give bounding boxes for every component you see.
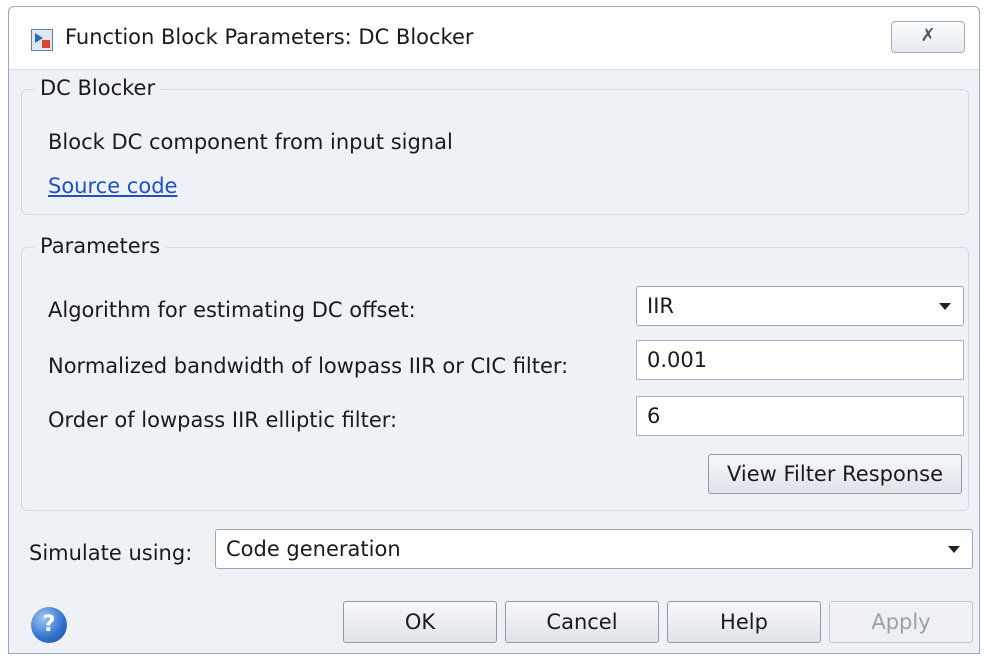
window-title: Function Block Parameters: DC Blocker — [65, 25, 474, 49]
simulate-dropdown[interactable]: Code generation — [215, 529, 973, 569]
bandwidth-input[interactable]: 0.001 — [636, 340, 964, 380]
simulate-selected-value: Code generation — [226, 537, 401, 561]
algorithm-selected-value: IIR — [647, 294, 674, 318]
simulink-block-icon — [31, 29, 53, 51]
help-button[interactable]: Help — [667, 601, 821, 643]
parameters-group: Parameters Algorithm for estimating DC o… — [21, 234, 969, 511]
bandwidth-label: Normalized bandwidth of lowpass IIR or C… — [48, 354, 569, 378]
chevron-down-icon — [948, 546, 960, 553]
source-code-link[interactable]: Source code — [48, 174, 177, 198]
algorithm-label: Algorithm for estimating DC offset: — [48, 298, 416, 322]
parameters-group-label: Parameters — [34, 234, 167, 258]
apply-button[interactable]: Apply — [829, 601, 973, 643]
simulate-label: Simulate using: — [29, 541, 193, 565]
order-label: Order of lowpass IIR elliptic filter: — [48, 408, 398, 432]
description-group: DC Blocker Block DC component from input… — [21, 76, 969, 215]
chevron-down-icon — [939, 303, 951, 310]
ok-button[interactable]: OK — [343, 601, 497, 643]
title-bar[interactable]: Function Block Parameters: DC Blocker ✗ — [9, 7, 979, 70]
cancel-button[interactable]: Cancel — [505, 601, 659, 643]
help-icon[interactable]: ? — [31, 607, 67, 643]
description-group-label: DC Blocker — [34, 76, 162, 100]
close-icon: ✗ — [920, 25, 936, 46]
algorithm-dropdown[interactable]: IIR — [636, 286, 964, 326]
view-filter-response-button[interactable]: View Filter Response — [708, 454, 962, 494]
dialog-window: Function Block Parameters: DC Blocker ✗ … — [8, 6, 980, 654]
close-button[interactable]: ✗ — [891, 21, 965, 53]
order-input[interactable]: 6 — [636, 396, 964, 436]
block-description: Block DC component from input signal — [48, 130, 453, 154]
